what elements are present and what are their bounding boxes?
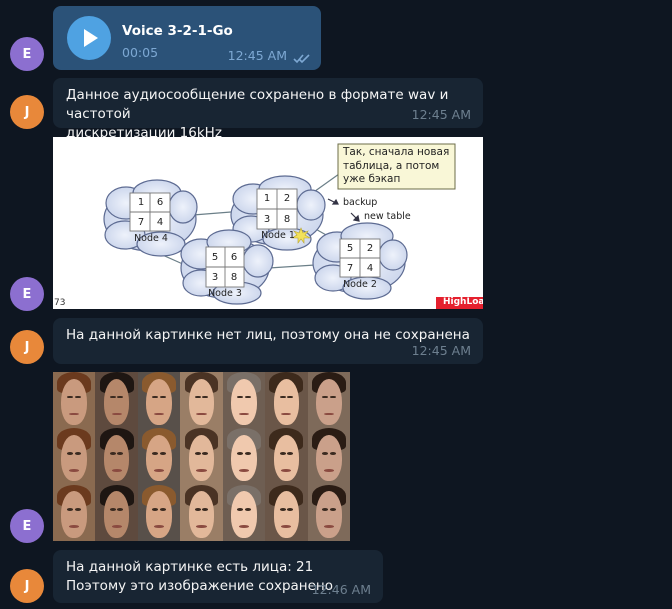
message-text: На данной картинке есть лица: 21 Поэтому… xyxy=(66,559,334,594)
face-thumbnail xyxy=(265,428,308,485)
face-thumbnail xyxy=(307,372,350,429)
node-cell: 6 xyxy=(156,197,164,208)
face-thumbnail xyxy=(307,484,350,541)
message-time: 12:46 AM xyxy=(311,582,371,597)
node-label: Node 4 xyxy=(134,233,168,244)
face-thumbnail xyxy=(265,484,308,541)
face-thumbnail xyxy=(95,428,138,485)
node-label: Node 3 xyxy=(208,288,242,299)
node-cell: 4 xyxy=(366,263,374,274)
message-time: 12:45 AM xyxy=(227,48,287,63)
voice-message[interactable]: Voice 3-2-1-Go 00:05 12:45 AM xyxy=(53,6,321,70)
avatar-e[interactable]: E xyxy=(10,277,44,311)
node-cell: 3 xyxy=(211,272,219,283)
node-cell: 2 xyxy=(283,193,291,204)
node-cell: 7 xyxy=(137,217,145,228)
diagram-image[interactable]: Так, сначала новая таблица, а потом уже … xyxy=(53,137,483,309)
logo-text: HighLoad xyxy=(443,297,483,307)
node-cell: 1 xyxy=(263,193,271,204)
node-cell: 1 xyxy=(137,197,145,208)
face-thumbnail xyxy=(265,372,308,429)
node-cell: 4 xyxy=(156,217,164,228)
node-label: Node 2 xyxy=(343,279,377,290)
message-bubble[interactable]: Данное аудиосообщение сохранено в формат… xyxy=(53,78,483,141)
face-thumbnail xyxy=(222,428,266,485)
label-backup: backup xyxy=(343,197,378,208)
node-cell: 8 xyxy=(230,272,238,283)
double-check-icon xyxy=(293,54,310,64)
avatar-j[interactable]: J xyxy=(10,95,44,129)
face-thumbnail xyxy=(180,372,223,429)
voice-duration: 00:05 xyxy=(122,45,159,60)
face-thumbnail xyxy=(137,428,181,485)
node-cell: 5 xyxy=(211,252,219,263)
face-thumbnail xyxy=(307,428,350,485)
play-icon xyxy=(84,29,98,47)
page-number: 73 xyxy=(54,298,66,308)
label-new-table: new table xyxy=(364,211,411,222)
message-time: 12:45 AM xyxy=(411,107,471,122)
message-time: 12:45 AM xyxy=(411,343,471,358)
face-thumbnail xyxy=(53,484,96,541)
message-bubble[interactable]: На данной картинке нет лиц, поэтому она … xyxy=(53,318,483,364)
face-thumbnail xyxy=(53,372,96,429)
face-thumbnail xyxy=(137,484,181,541)
message-text: На данной картинке нет лиц, поэтому она … xyxy=(66,327,470,343)
avatar-e[interactable]: E xyxy=(10,509,44,543)
face-thumbnail xyxy=(137,372,181,429)
node-cell: 6 xyxy=(230,252,238,263)
face-thumbnail xyxy=(95,372,138,429)
face-thumbnail xyxy=(222,484,266,541)
node-cell: 2 xyxy=(366,243,374,254)
play-button[interactable] xyxy=(67,16,111,60)
message-bubble[interactable]: На данной картинке есть лица: 21 Поэтому… xyxy=(53,550,383,603)
face-thumbnail xyxy=(180,484,223,541)
face-thumbnail xyxy=(180,428,223,485)
node-cell: 3 xyxy=(263,214,271,225)
note-text: Так, сначала новая таблица, а потом уже … xyxy=(343,146,450,185)
node-cell: 8 xyxy=(283,214,291,225)
voice-title: Voice 3-2-1-Go xyxy=(122,23,233,39)
node-cell: 7 xyxy=(346,263,354,274)
node-cell: 5 xyxy=(346,243,354,254)
faces-image[interactable] xyxy=(53,372,350,541)
face-thumbnail xyxy=(222,372,266,429)
node-label: Node 1 xyxy=(261,230,295,241)
avatar-j[interactable]: J xyxy=(10,330,44,364)
face-thumbnail xyxy=(53,428,96,485)
avatar-j[interactable]: J xyxy=(10,569,44,603)
face-thumbnail xyxy=(95,484,138,541)
avatar-e[interactable]: E xyxy=(10,37,44,71)
